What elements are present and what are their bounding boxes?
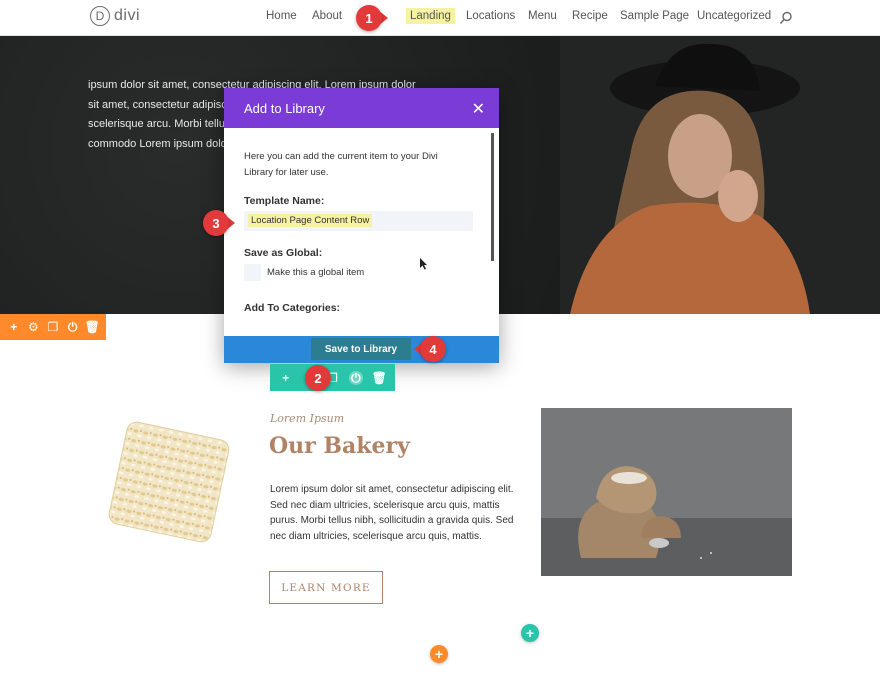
- callout-3: 3: [203, 210, 235, 236]
- add-row-icon[interactable]: +: [521, 624, 539, 642]
- global-checkbox-label: Make this a global item: [267, 267, 365, 278]
- granola-bar-image: [103, 416, 235, 548]
- duplicate-icon[interactable]: ❐: [46, 320, 60, 334]
- gear-icon[interactable]: ⚙: [26, 320, 40, 334]
- section-toolbar: + ⚙ ❐ ⏻ 🗑: [0, 314, 106, 340]
- save-to-library-icon[interactable]: ⏻: [348, 370, 363, 385]
- save-to-library-button[interactable]: Save to Library: [311, 338, 411, 360]
- save-bar: Save to Library: [224, 336, 499, 363]
- nav-menu[interactable]: Menu: [528, 10, 557, 22]
- top-navigation-bar: D divi Home About Landing Locations Menu…: [0, 0, 880, 36]
- divi-logo[interactable]: D divi: [90, 6, 140, 26]
- modal-header: Add to Library ✕: [224, 88, 499, 128]
- logo-mark: D: [90, 6, 110, 26]
- nav-recipe[interactable]: Recipe: [572, 10, 608, 22]
- flour-sacks-photo: [541, 408, 792, 576]
- modal-scrollbar[interactable]: [491, 133, 494, 261]
- save-as-global-label: Save as Global:: [244, 247, 323, 259]
- mouse-cursor-icon: [420, 258, 427, 270]
- add-to-library-modal: Add to Library ✕ Here you can add the cu…: [224, 88, 499, 363]
- section-eyebrow: Lorem Ipsum: [270, 412, 345, 425]
- learn-more-button[interactable]: LEARN MORE: [269, 571, 383, 604]
- global-checkbox[interactable]: [244, 264, 261, 281]
- close-icon[interactable]: ✕: [472, 99, 485, 119]
- template-name-value: Location Page Content Row: [248, 214, 373, 227]
- page: D divi Home About Landing Locations Menu…: [0, 0, 880, 690]
- trash-icon[interactable]: 🗑: [372, 371, 387, 385]
- add-to-categories-label: Add To Categories:: [244, 302, 341, 314]
- nav-locations[interactable]: Locations: [466, 10, 515, 22]
- power-icon[interactable]: ⏻: [66, 320, 80, 334]
- nav-about[interactable]: About: [312, 10, 342, 22]
- plus-icon[interactable]: +: [7, 320, 21, 334]
- woman-in-hat-photo: [560, 36, 880, 314]
- nav-sample-page[interactable]: Sample Page: [620, 10, 689, 22]
- modal-body: Here you can add the current item to you…: [224, 128, 494, 336]
- modal-title: Add to Library: [244, 101, 325, 116]
- row-toolbar: + ⚙ ❐ ⏻ 🗑: [270, 364, 395, 391]
- plus-icon[interactable]: +: [279, 371, 293, 385]
- template-name-label: Template Name:: [244, 195, 325, 207]
- logo-word: divi: [114, 7, 141, 24]
- trash-icon[interactable]: 🗑: [85, 320, 100, 334]
- search-icon[interactable]: [779, 11, 793, 25]
- modal-description: Here you can add the current item to you…: [244, 151, 438, 178]
- nav-landing[interactable]: Landing: [406, 8, 455, 24]
- section-heading: Our Bakery: [269, 433, 410, 459]
- section-paragraph: Lorem ipsum dolor sit amet, consectetur …: [270, 484, 514, 542]
- nav-uncategorized[interactable]: Uncategorized: [697, 10, 771, 22]
- add-section-icon[interactable]: +: [430, 645, 448, 663]
- nav-home[interactable]: Home: [266, 10, 297, 22]
- callout-4: 4: [414, 336, 446, 362]
- callout-1: 1: [356, 5, 388, 31]
